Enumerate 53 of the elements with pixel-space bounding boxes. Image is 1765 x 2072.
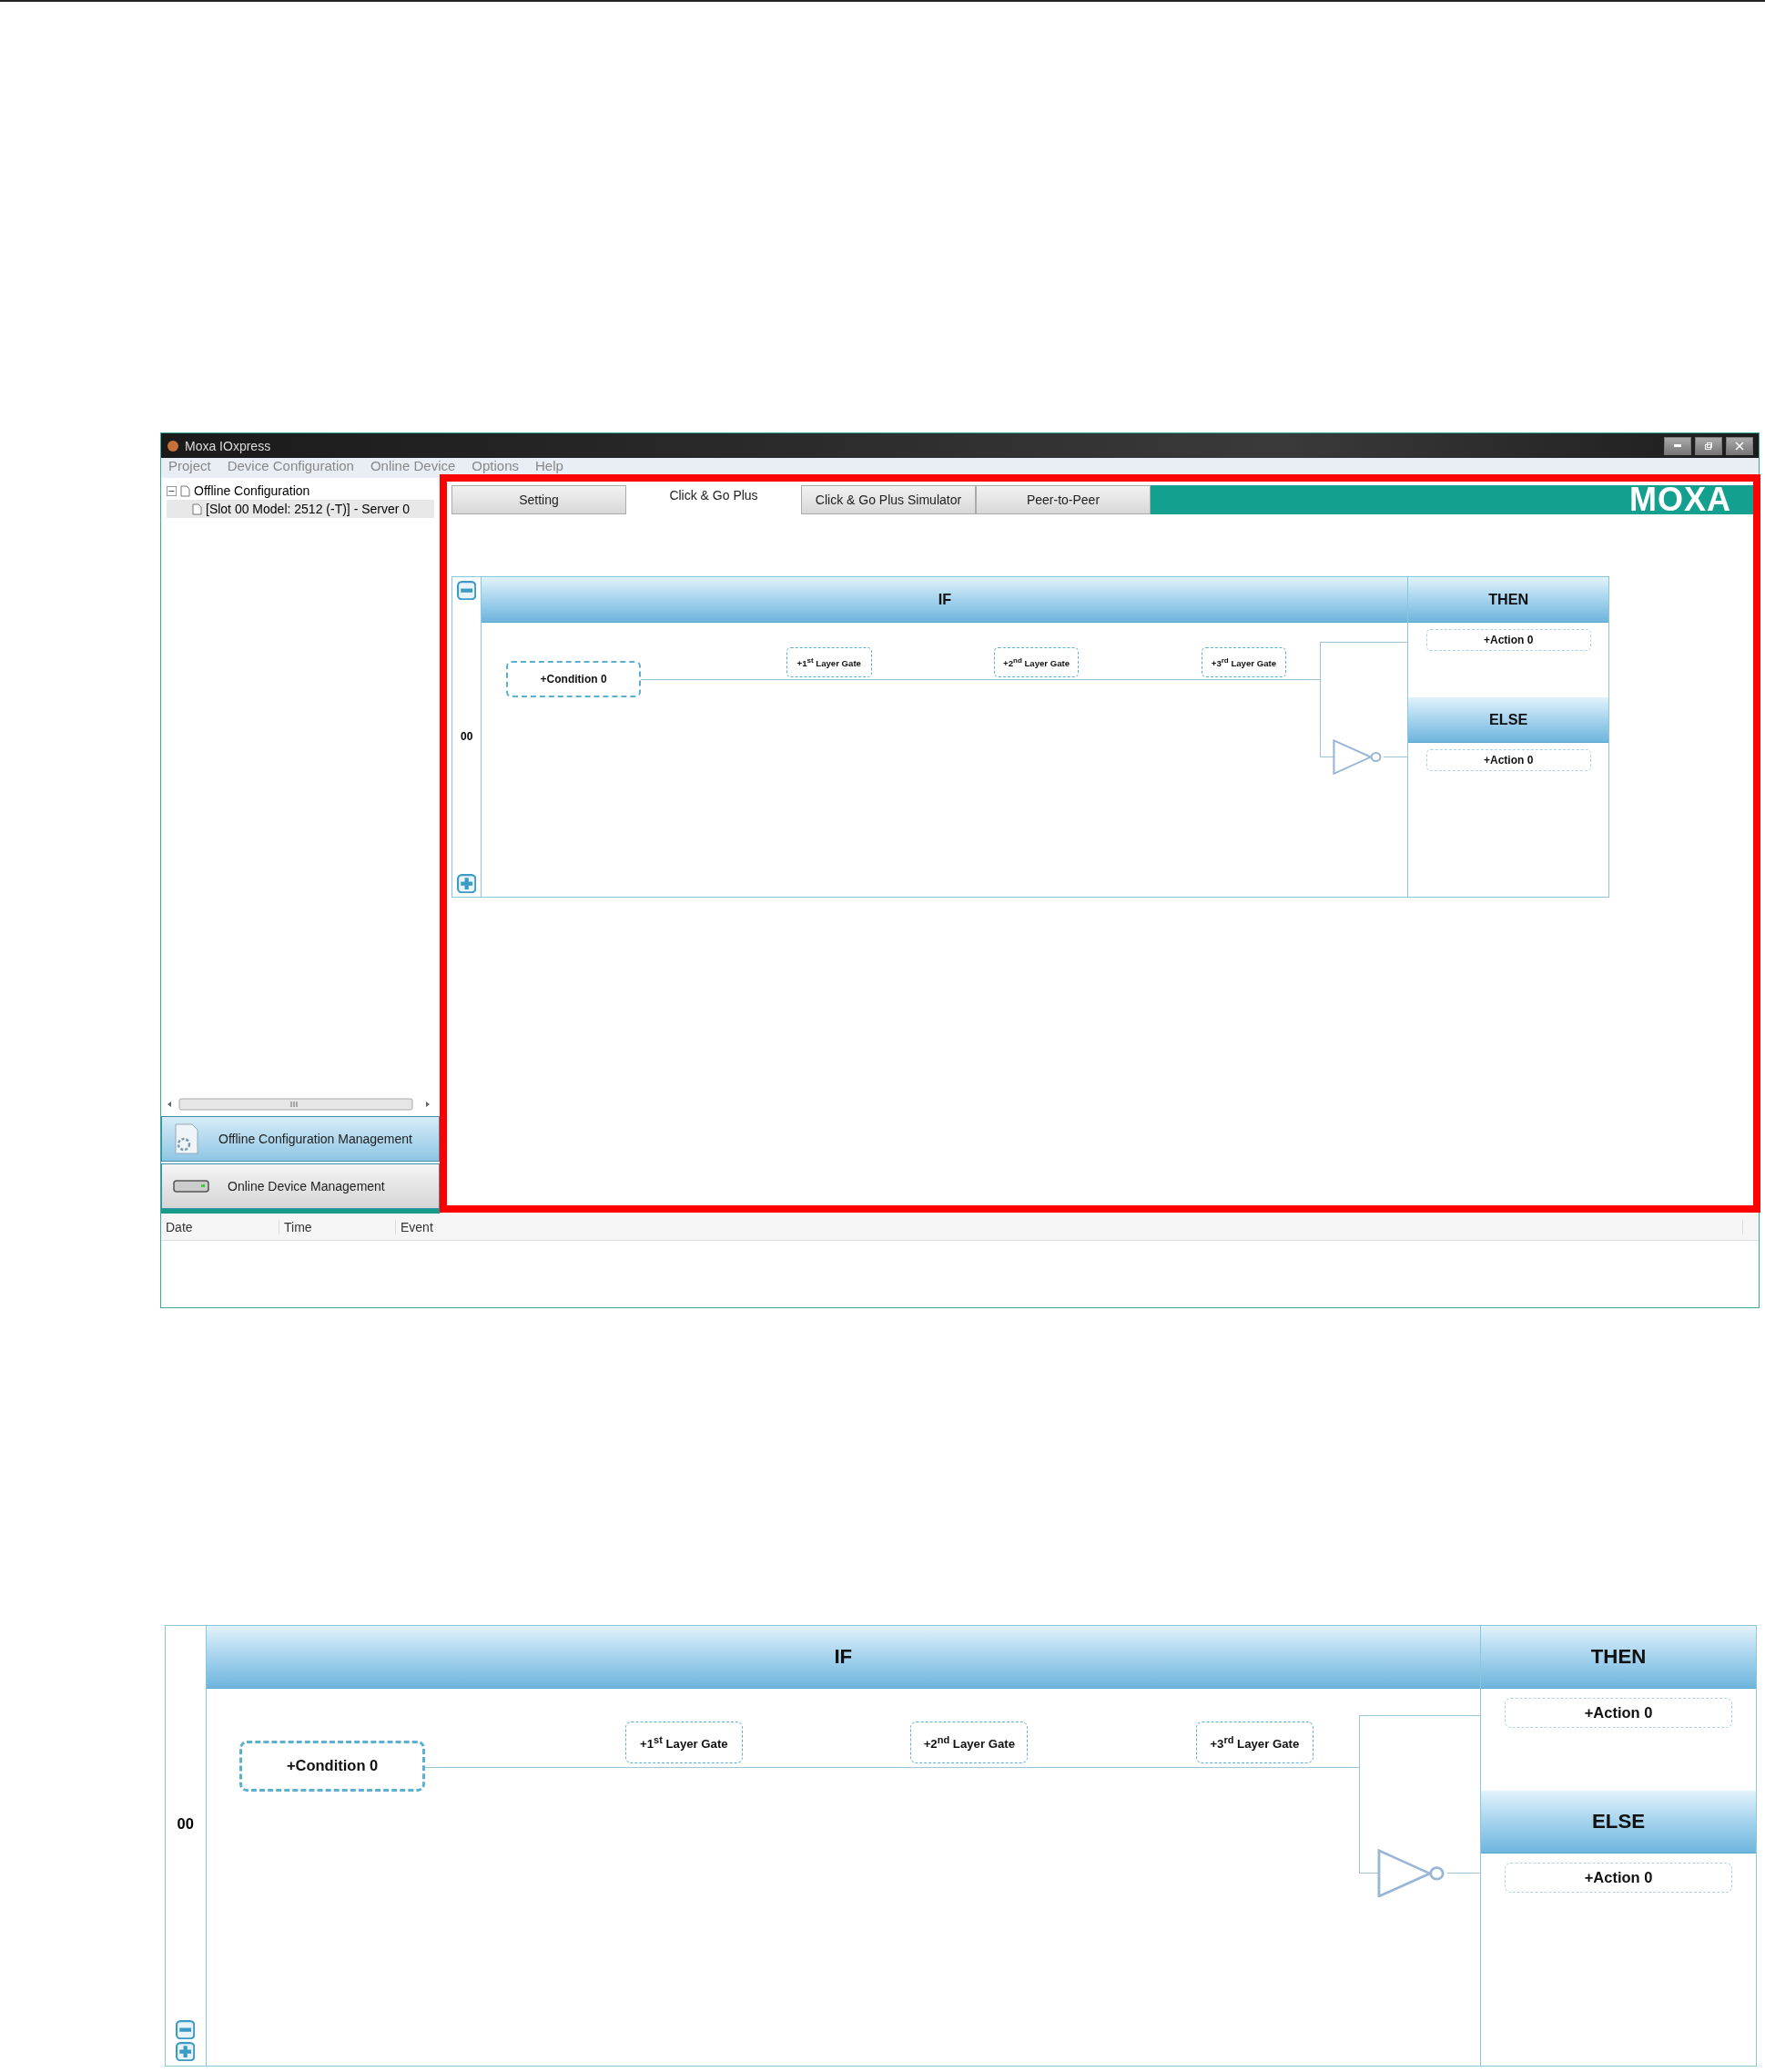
document-icon: [192, 503, 202, 515]
then-action-button[interactable]: +Action 0: [1425, 629, 1591, 652]
else-action-button[interactable]: +Action 0: [1425, 749, 1591, 772]
layer-gate-button[interactable]: +3$^{rd}$ Layer Gate: [1195, 1722, 1314, 1763]
layer-gate-button[interactable]: +3$^{rd}$ Layer Gate: [1201, 646, 1287, 677]
condition-button[interactable]: +Condition 0: [238, 1741, 426, 1792]
row-number: 00: [461, 730, 473, 744]
close-button[interactable]: [1726, 436, 1753, 455]
document-icon: [180, 484, 190, 497]
column-header: Event: [396, 1219, 1743, 1234]
not-gate-icon: [1333, 738, 1384, 775]
minus-icon: [176, 2020, 196, 2040]
device-icon: [173, 1179, 209, 1193]
nav-button[interactable]: Online Device Management: [161, 1163, 440, 1209]
collapse-icon[interactable]: [167, 485, 177, 496]
layer-gate-button[interactable]: +2$^{nd}$ Layer Gate: [993, 646, 1080, 677]
tab[interactable]: Click & Go Plus Simulator: [801, 485, 976, 514]
then-header: THEN: [1408, 577, 1608, 624]
else-header: ELSE: [1481, 1791, 1756, 1854]
window-title: Moxa IOxpress: [185, 438, 271, 453]
tab[interactable]: Peer-to-Peer: [976, 485, 1151, 514]
minimize-button[interactable]: [1664, 436, 1691, 455]
layer-gate-button[interactable]: +1$^{st}$ Layer Gate: [786, 646, 872, 677]
row-number: 00: [177, 1815, 194, 1833]
collapse-button[interactable]: [176, 2020, 196, 2040]
else-header: ELSE: [1408, 696, 1608, 744]
then-header: THEN: [1481, 1626, 1756, 1690]
app-icon: [167, 439, 179, 452]
logo: MOXA: [1629, 481, 1731, 519]
column-header: Time: [279, 1219, 396, 1234]
document-gear-icon: [173, 1122, 200, 1155]
tree-item[interactable]: Offline Configuration: [194, 483, 310, 498]
minus-icon: [457, 580, 477, 601]
restore-button[interactable]: [1695, 436, 1722, 455]
plus-icon: [457, 873, 477, 894]
close-icon: [1735, 441, 1744, 451]
tab[interactable]: Setting: [451, 485, 626, 514]
column-header: Date: [161, 1219, 279, 1234]
layer-gate-button[interactable]: +2$^{nd}$ Layer Gate: [910, 1722, 1029, 1763]
if-header: IF: [482, 577, 1408, 624]
if-header: IF: [206, 1626, 1481, 1690]
nav-button[interactable]: Offline Configuration Management: [161, 1116, 440, 1162]
not-gate-icon: [1376, 1848, 1447, 1898]
add-button[interactable]: [457, 873, 477, 894]
plus-icon: [176, 2042, 196, 2062]
layer-gate-button[interactable]: +1$^{st}$ Layer Gate: [625, 1722, 743, 1763]
condition-button[interactable]: +Condition 0: [505, 660, 642, 697]
restore-icon: [1704, 441, 1713, 451]
collapse-button[interactable]: [457, 580, 477, 601]
else-action-button[interactable]: +Action 0: [1505, 1863, 1732, 1894]
minimize-icon: [1674, 444, 1681, 447]
add-button[interactable]: [176, 2042, 196, 2062]
then-action-button[interactable]: +Action 0: [1505, 1697, 1732, 1728]
